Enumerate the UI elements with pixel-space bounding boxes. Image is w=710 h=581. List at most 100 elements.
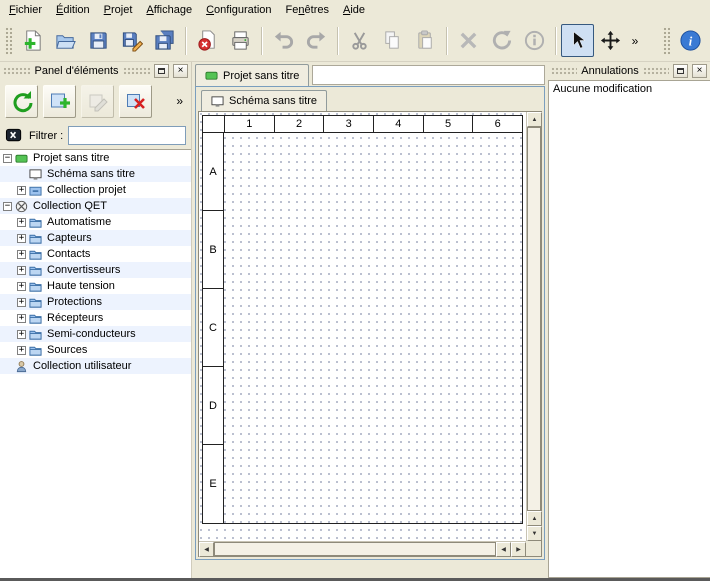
drag-handle[interactable]: [643, 67, 669, 75]
folder-icon: [29, 231, 43, 245]
drag-handle[interactable]: [551, 67, 577, 75]
expand-toggle[interactable]: +: [17, 218, 26, 227]
toolbar-overflow-button[interactable]: »: [627, 24, 643, 57]
paste-button[interactable]: [409, 24, 442, 57]
about-button[interactable]: i: [674, 24, 707, 57]
undo-panel-float-button[interactable]: [673, 64, 688, 78]
toolbar-grip[interactable]: [662, 26, 670, 55]
delete-button[interactable]: [452, 24, 485, 57]
edit-element-button[interactable]: [81, 85, 114, 118]
scroll-left-button[interactable]: ◀: [199, 542, 214, 557]
vertical-scrollbar[interactable]: ▲ ▲ ▼: [526, 112, 541, 541]
pan-mode-button[interactable]: [594, 24, 627, 57]
schema-tab[interactable]: Schéma sans titre: [201, 90, 327, 111]
select-mode-button[interactable]: [561, 24, 594, 57]
expand-toggle[interactable]: +: [17, 266, 26, 275]
folder-icon: [29, 343, 43, 357]
expand-toggle[interactable]: +: [17, 234, 26, 243]
tree-item-haute-tension[interactable]: +Haute tension: [0, 278, 191, 294]
tree-item-collection-projet[interactable]: + Collection projet: [0, 182, 191, 198]
menu-fichier[interactable]: Fichier: [2, 1, 49, 19]
schema-tab-label: Schéma sans titre: [229, 95, 317, 107]
expand-toggle[interactable]: +: [17, 346, 26, 355]
undo-panel-close-button[interactable]: ×: [692, 64, 707, 78]
scroll-right-button[interactable]: ▶: [511, 542, 526, 557]
filter-input[interactable]: [68, 126, 186, 145]
row-headers: ABCDE: [203, 133, 224, 523]
elements-panel-float-button[interactable]: [154, 64, 169, 78]
tree-item-collection-utilisateur[interactable]: Collection utilisateur: [0, 358, 191, 374]
expand-toggle[interactable]: +: [17, 282, 26, 291]
tree-item-collection-qet[interactable]: −Collection QET: [0, 198, 191, 214]
elements-toolbar-overflow-button[interactable]: »: [173, 94, 186, 108]
expand-toggle[interactable]: +: [17, 186, 26, 195]
horizontal-scroll-thumb[interactable]: [214, 542, 496, 556]
folder-icon: [29, 295, 43, 309]
svg-text:i: i: [689, 34, 693, 48]
elements-panel-close-button[interactable]: ×: [173, 64, 188, 78]
menu-projet[interactable]: Projet: [97, 1, 140, 19]
vertical-scroll-thumb[interactable]: [527, 127, 541, 511]
expand-toggle[interactable]: +: [17, 298, 26, 307]
toolbar-grip[interactable]: [4, 26, 12, 55]
tree-item-capteurs[interactable]: +Capteurs: [0, 230, 191, 246]
save-button[interactable]: [82, 24, 115, 57]
tree-item-contacts[interactable]: +Contacts: [0, 246, 191, 262]
menu-affichage[interactable]: Affichage: [139, 1, 199, 19]
undo-list-item[interactable]: Aucune modification: [549, 81, 710, 97]
schema-canvas[interactable]: 123456 ABCDE: [199, 112, 526, 541]
collapse-toggle[interactable]: −: [3, 154, 12, 163]
tree-item-sources[interactable]: +Sources: [0, 342, 191, 358]
close-file-button[interactable]: [191, 24, 224, 57]
redo-icon: [305, 29, 328, 52]
rotate-button[interactable]: [485, 24, 518, 57]
save-as-button[interactable]: [115, 24, 148, 57]
open-file-button[interactable]: [49, 24, 82, 57]
collapse-toggle[interactable]: −: [3, 202, 12, 211]
tree-item-schema-sans-titre[interactable]: Schéma sans titre: [0, 166, 191, 182]
drag-handle[interactable]: [3, 67, 30, 75]
save-all-button[interactable]: [148, 24, 181, 57]
menu-configuration[interactable]: Configuration: [199, 1, 278, 19]
tree-item-label: Collection projet: [47, 184, 126, 196]
cut-button[interactable]: [343, 24, 376, 57]
copy-button[interactable]: [376, 24, 409, 57]
scroll-up-button-alt[interactable]: ▲: [527, 511, 542, 526]
new-element-button[interactable]: [43, 85, 76, 118]
undo-list: Aucune modification: [548, 80, 710, 578]
drag-handle[interactable]: [123, 67, 150, 75]
tree-item-label: Schéma sans titre: [47, 168, 135, 180]
select-mode-icon: [566, 29, 589, 52]
tree-item-automatisme[interactable]: +Automatisme: [0, 214, 191, 230]
redo-button[interactable]: [300, 24, 333, 57]
scroll-up-button[interactable]: ▲: [527, 112, 542, 127]
expand-toggle[interactable]: +: [17, 250, 26, 259]
tree-item-convertisseurs[interactable]: +Convertisseurs: [0, 262, 191, 278]
print-button[interactable]: [224, 24, 257, 57]
tree-item-semi-conducteurs[interactable]: +Semi-conducteurs: [0, 326, 191, 342]
scroll-left-button-alt[interactable]: ◀: [496, 542, 511, 557]
menu-edition[interactable]: Édition: [49, 1, 97, 19]
project-tab[interactable]: Projet sans titre: [195, 64, 309, 86]
clear-filter-button[interactable]: [5, 126, 24, 145]
delete-element-button[interactable]: [119, 85, 152, 118]
tree-item-projet-sans-titre[interactable]: −Projet sans titre: [0, 150, 191, 166]
conductor-info-button[interactable]: [518, 24, 551, 57]
reload-button[interactable]: [5, 85, 38, 118]
menu-fenetres[interactable]: Fenêtres: [279, 1, 336, 19]
menu-aide[interactable]: Aide: [336, 1, 372, 19]
scroll-down-button[interactable]: ▼: [527, 526, 542, 541]
tree-item-recepteurs[interactable]: +Récepteurs: [0, 310, 191, 326]
expand-toggle[interactable]: +: [17, 314, 26, 323]
undo-panel-title: Annulations: [581, 65, 639, 77]
save-all-icon: [153, 29, 176, 52]
undo-button[interactable]: [267, 24, 300, 57]
mdi-area: Schéma sans titre 123456 ABCDE: [192, 86, 548, 578]
expand-toggle[interactable]: +: [17, 330, 26, 339]
column-header-1: 1: [224, 116, 274, 133]
horizontal-scrollbar[interactable]: ◀ ◀ ▶: [199, 541, 526, 556]
new-file-button[interactable]: [16, 24, 49, 57]
close-file-icon: [196, 29, 219, 52]
project-icon: [205, 69, 218, 82]
tree-item-protections[interactable]: +Protections: [0, 294, 191, 310]
